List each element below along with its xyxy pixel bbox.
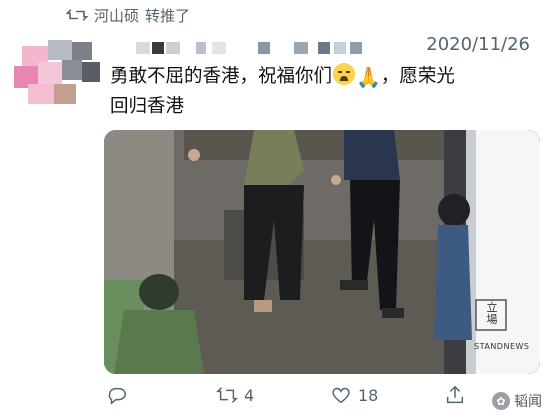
retweet-icon	[66, 9, 88, 21]
standnews-logo: 立 場	[486, 301, 498, 326]
reply-icon	[108, 387, 126, 405]
tweet-text-line2: 回归香港	[110, 96, 185, 117]
tweet-header: 2020/11/26	[122, 34, 542, 58]
tweet-photo[interactable]: 立 場 STANDNEWS	[104, 130, 540, 374]
tweet-text-part2: ，愿荣光	[380, 66, 455, 87]
avatar[interactable]	[14, 40, 100, 104]
retweet-button[interactable]: 4	[216, 384, 254, 406]
like-count: 18	[358, 385, 379, 405]
crying-face-emoji-icon	[333, 63, 356, 85]
pixelated-name	[136, 42, 150, 54]
heart-icon	[332, 387, 350, 404]
reply-button[interactable]	[106, 384, 134, 406]
wechat-watermark: ✿ 韬闻	[492, 391, 542, 411]
folded-hands-emoji-icon: 🙏	[356, 65, 381, 89]
wechat-icon: ✿	[492, 392, 510, 410]
tweet-text: 勇敢不屈的香港，祝福你们 🙏，愿荣光 回归香港	[110, 62, 540, 122]
retweet-action-label: 转推了	[145, 6, 191, 25]
tweet-actions: 4 18	[104, 384, 550, 412]
retweet-count: 4	[244, 385, 255, 405]
standnews-caption: STANDNEWS	[474, 342, 530, 351]
share-icon	[446, 385, 464, 404]
retweet-action-icon	[216, 387, 238, 403]
like-button[interactable]: 18	[330, 384, 378, 406]
retweeter-name[interactable]: 河山硕	[94, 5, 139, 26]
share-button[interactable]	[444, 384, 466, 406]
watermark-text: 韬闻	[514, 394, 542, 410]
retweet-indicator: 河山硕 转推了	[66, 4, 190, 26]
tweet-text-part1: 勇敢不屈的香港，祝福你们	[110, 66, 333, 87]
tweet-timestamp[interactable]: 2020/11/26	[426, 34, 530, 55]
